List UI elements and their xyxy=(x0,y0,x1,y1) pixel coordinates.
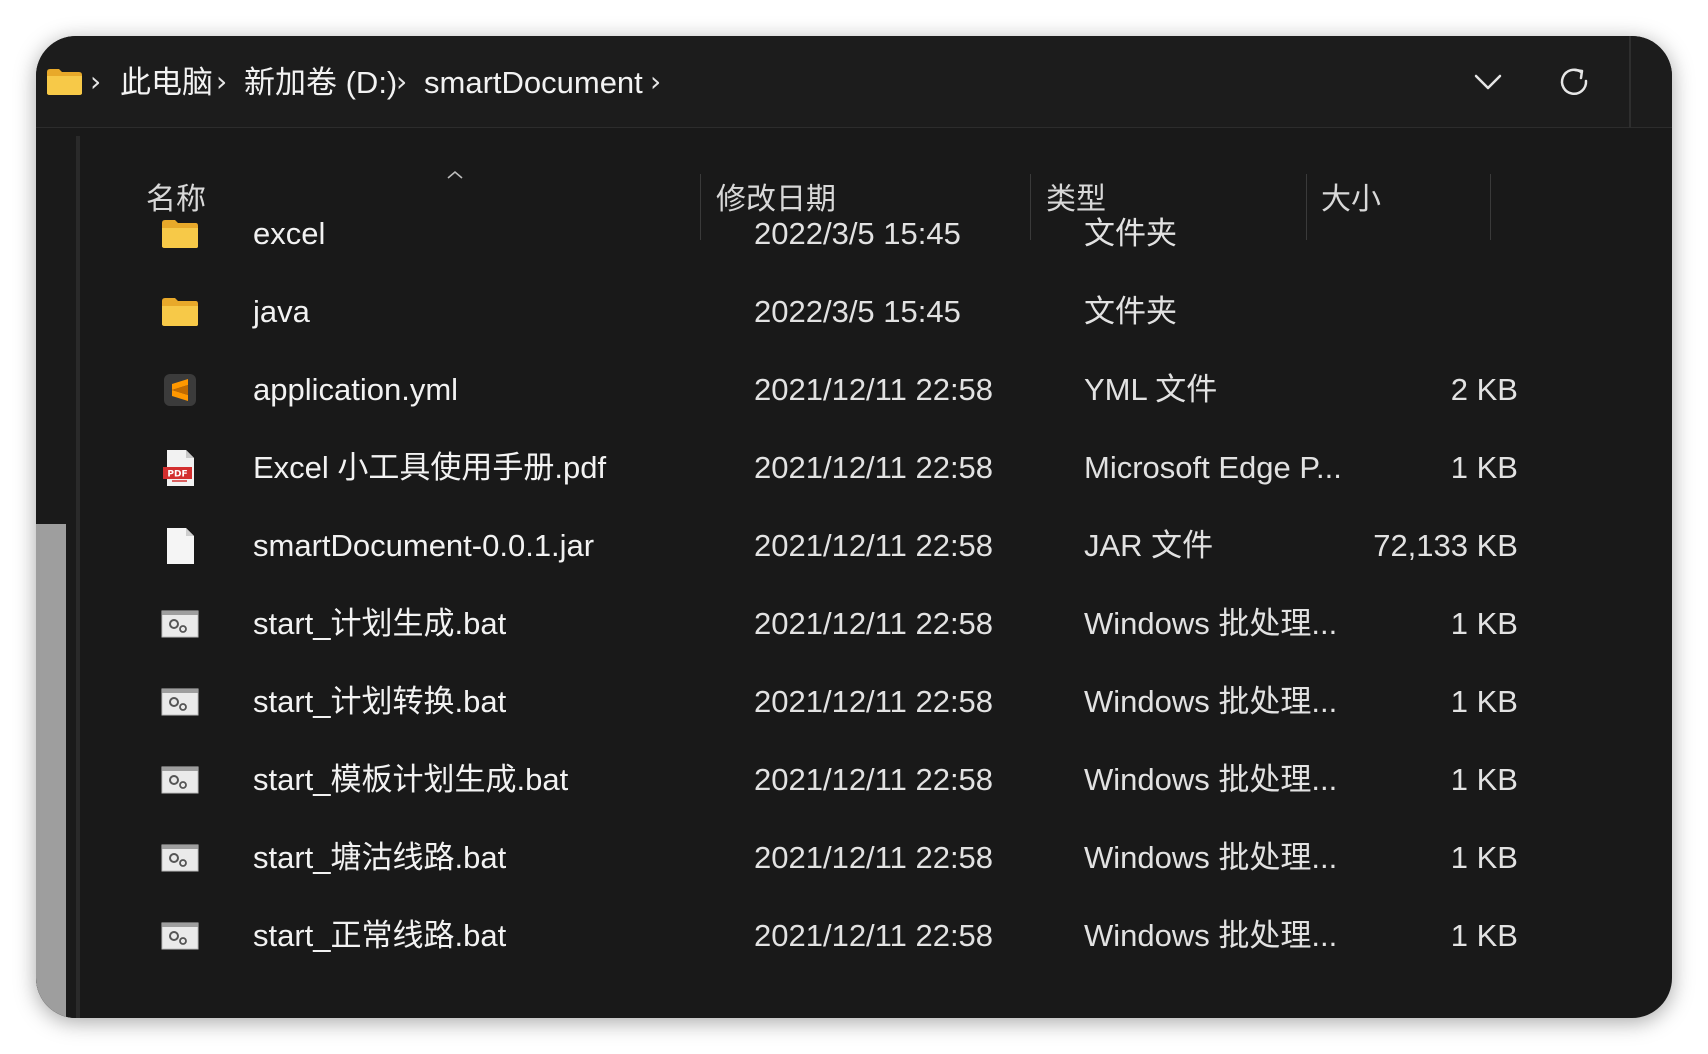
file-date: 2021/12/11 22:58 xyxy=(754,606,994,641)
folder-icon xyxy=(162,220,198,248)
file-name: application.yml xyxy=(253,372,459,407)
sort-ascending-icon xyxy=(447,170,463,179)
file-size: 1 KB xyxy=(1450,606,1518,641)
svg-text:PDF: PDF xyxy=(167,470,187,480)
file-type: Windows 批处理... xyxy=(1084,762,1338,797)
file-name: start_模板计划生成.bat xyxy=(253,762,569,797)
file-name: start_计划生成.bat xyxy=(253,606,507,641)
chevron-right-icon[interactable]: › xyxy=(650,66,661,98)
file-name: start_正常线路.bat xyxy=(253,918,507,953)
file-row[interactable]: excel 2022/3/5 15:45 文件夹 xyxy=(108,198,1648,270)
chevron-right-icon[interactable]: › xyxy=(90,66,101,98)
breadcrumb-this-pc[interactable]: 此电脑 xyxy=(120,63,213,103)
file-row[interactable]: application.yml 2021/12/11 22:58 YML 文件 … xyxy=(108,354,1648,426)
file-row[interactable]: smartDocument-0.0.1.jar 2021/12/11 22:58… xyxy=(108,510,1648,582)
file-name: start_计划转换.bat xyxy=(253,684,507,719)
blank-file-icon xyxy=(167,528,194,564)
file-row[interactable]: start_正常线路.bat 2021/12/11 22:58 Windows … xyxy=(108,900,1648,972)
file-date: 2021/12/11 22:58 xyxy=(754,762,994,797)
file-name: excel xyxy=(253,216,326,251)
scrollbar-thumb[interactable] xyxy=(36,524,66,1018)
file-size: 72,133 KB xyxy=(1373,528,1518,563)
chevron-down-icon[interactable] xyxy=(1473,71,1503,93)
file-type: JAR 文件 xyxy=(1084,528,1214,563)
file-name: java xyxy=(253,294,310,329)
file-type: 文件夹 xyxy=(1084,216,1177,251)
sublime-text-icon xyxy=(164,374,196,406)
file-date: 2021/12/11 22:58 xyxy=(754,840,994,875)
file-row[interactable]: start_塘沽线路.bat 2021/12/11 22:58 Windows … xyxy=(108,822,1648,894)
file-date: 2021/12/11 22:58 xyxy=(754,528,994,563)
batch-file-icon xyxy=(161,766,199,794)
file-size: 1 KB xyxy=(1450,762,1518,797)
refresh-icon[interactable] xyxy=(1557,64,1593,100)
file-name: Excel 小工具使用手册.pdf xyxy=(253,450,607,485)
file-date: 2022/3/5 15:45 xyxy=(754,294,961,329)
file-row[interactable]: start_计划生成.bat 2021/12/11 22:58 Windows … xyxy=(108,588,1648,660)
chevron-right-icon[interactable]: › xyxy=(216,66,227,98)
file-date: 2022/3/5 15:45 xyxy=(754,216,961,251)
file-type: Windows 批处理... xyxy=(1084,684,1338,719)
file-size: 1 KB xyxy=(1450,450,1518,485)
file-explorer-window: › 此电脑 › 新加卷 (D:) › smartDocument › 名称 修改… xyxy=(36,36,1672,1018)
file-size: 2 KB xyxy=(1450,372,1518,407)
file-row[interactable]: PDF Excel 小工具使用手册.pdf 2021/12/11 22:58 M… xyxy=(108,432,1648,504)
address-bar[interactable]: › 此电脑 › 新加卷 (D:) › smartDocument › xyxy=(36,36,1672,128)
file-row[interactable]: java 2022/3/5 15:45 文件夹 xyxy=(108,276,1648,348)
file-type: Microsoft Edge P... xyxy=(1084,450,1342,485)
batch-file-icon xyxy=(161,844,199,872)
file-type: Windows 批处理... xyxy=(1084,606,1338,641)
file-type: 文件夹 xyxy=(1084,294,1177,329)
breadcrumb-drive-d[interactable]: 新加卷 (D:) xyxy=(244,63,397,103)
scrollbar-divider xyxy=(76,136,80,1018)
file-name: smartDocument-0.0.1.jar xyxy=(253,528,595,563)
breadcrumb-smartdocument[interactable]: smartDocument xyxy=(424,63,643,103)
file-size: 1 KB xyxy=(1450,840,1518,875)
file-name: start_塘沽线路.bat xyxy=(253,840,507,875)
batch-file-icon xyxy=(161,688,199,716)
batch-file-icon xyxy=(161,610,199,638)
file-date: 2021/12/11 22:58 xyxy=(754,918,994,953)
folder-icon xyxy=(47,69,82,95)
file-row[interactable]: start_模板计划生成.bat 2021/12/11 22:58 Window… xyxy=(108,744,1648,816)
file-type: Windows 批处理... xyxy=(1084,840,1338,875)
file-size: 1 KB xyxy=(1450,684,1518,719)
file-date: 2021/12/11 22:58 xyxy=(754,372,994,407)
file-row[interactable]: start_计划转换.bat 2021/12/11 22:58 Windows … xyxy=(108,666,1648,738)
file-size: 1 KB xyxy=(1450,918,1518,953)
file-date: 2021/12/11 22:58 xyxy=(754,450,994,485)
file-type: YML 文件 xyxy=(1084,372,1218,407)
toolbar-divider xyxy=(1629,36,1631,128)
file-type: Windows 批处理... xyxy=(1084,918,1338,953)
folder-icon xyxy=(162,298,198,326)
chevron-right-icon[interactable]: › xyxy=(396,66,407,98)
batch-file-icon xyxy=(161,922,199,950)
file-date: 2021/12/11 22:58 xyxy=(754,684,994,719)
pdf-icon: PDF xyxy=(163,450,194,486)
